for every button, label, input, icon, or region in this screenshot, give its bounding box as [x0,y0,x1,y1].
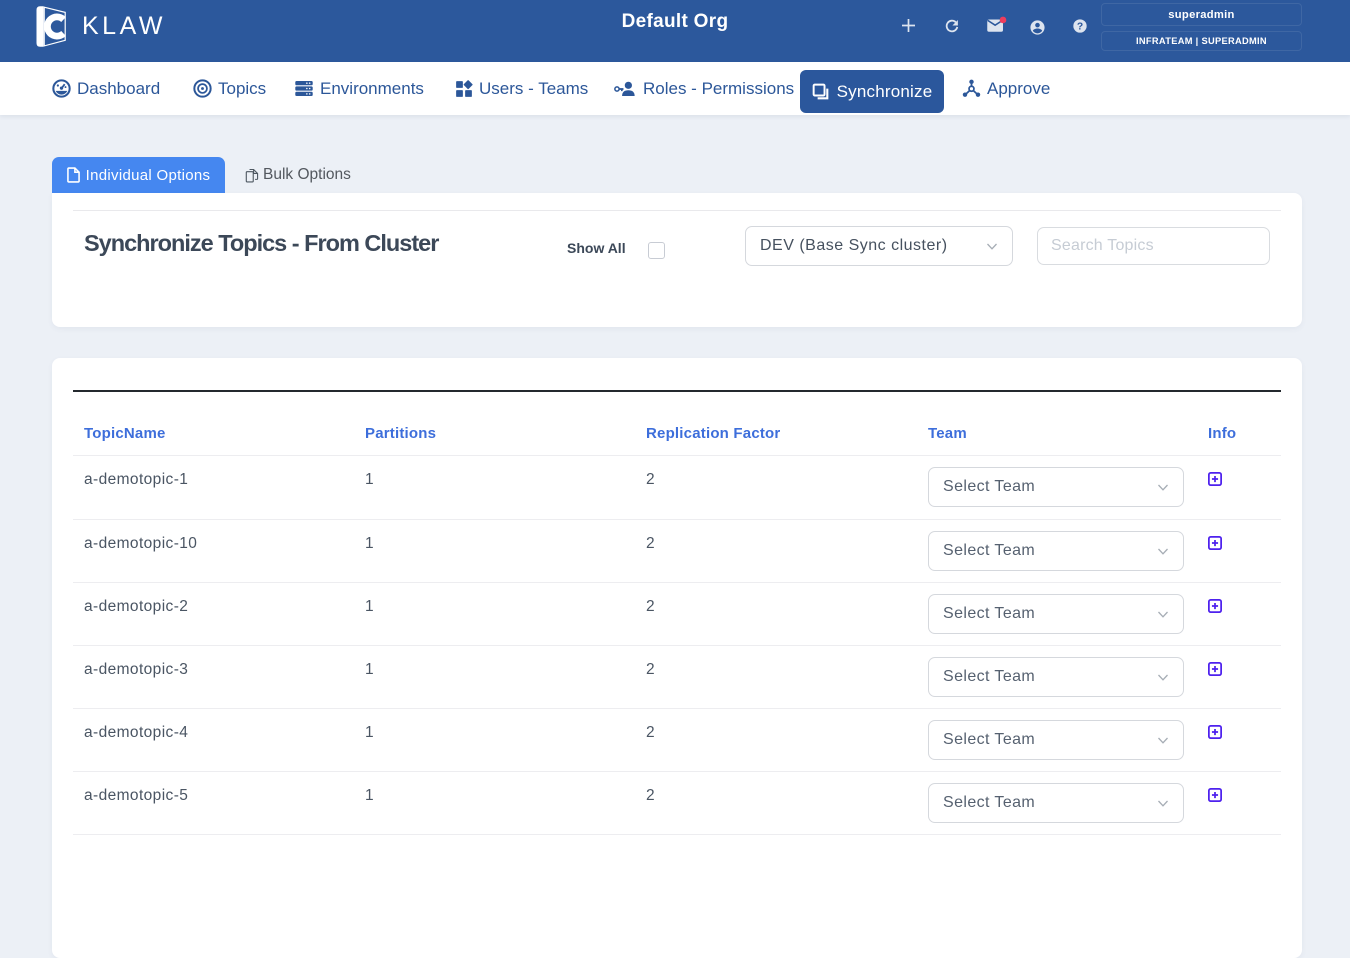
svg-text:?: ? [1077,22,1083,33]
